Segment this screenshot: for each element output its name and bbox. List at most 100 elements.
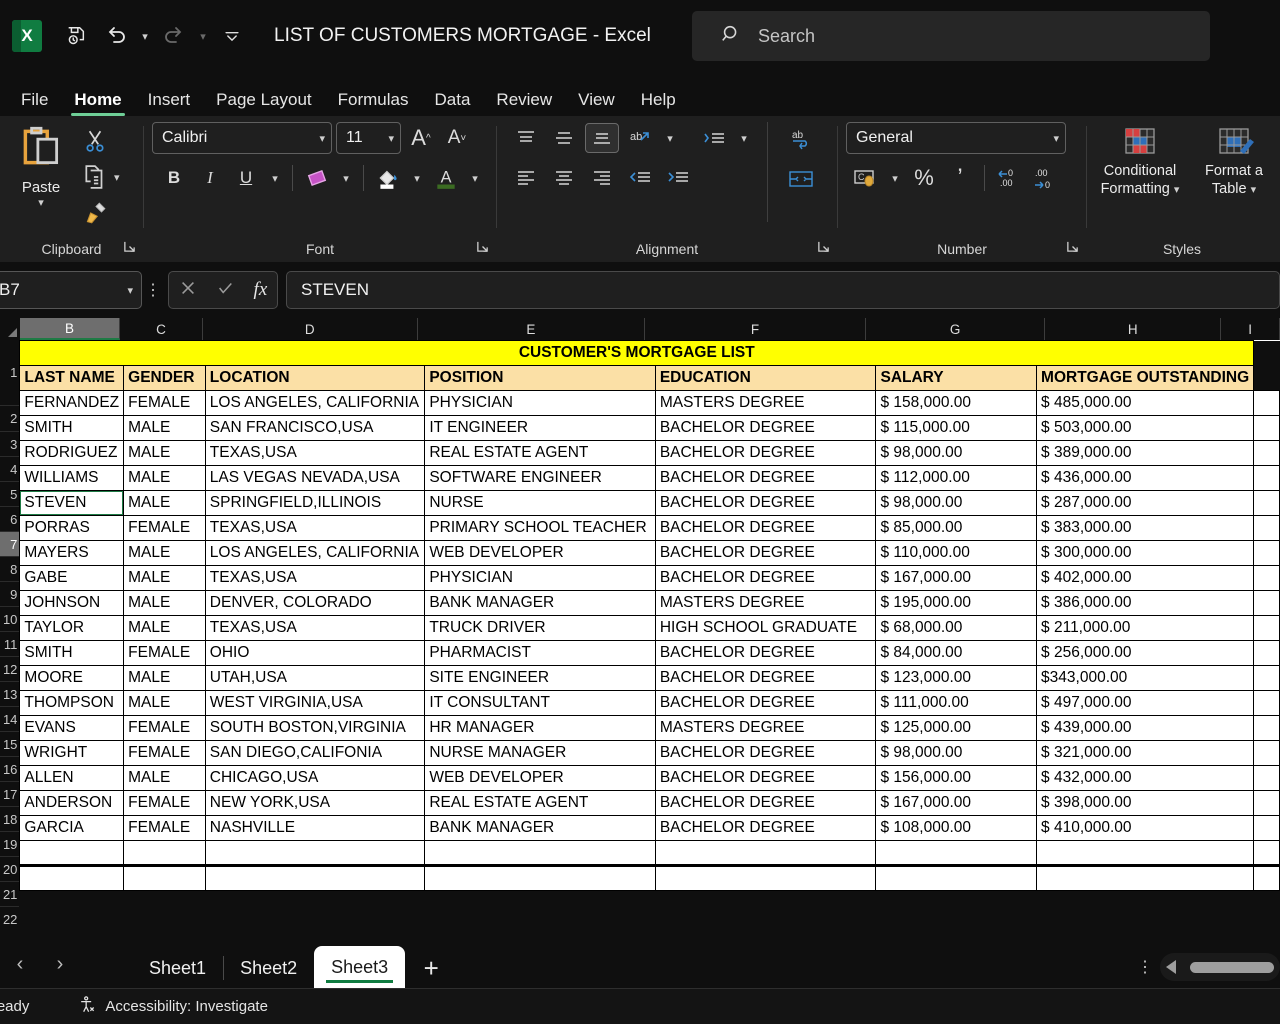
header-last-name[interactable]: LAST NAME <box>20 366 124 391</box>
cell-last-name[interactable]: ANDERSON <box>20 791 124 816</box>
cell-salary[interactable]: $ 98,000.00 <box>876 491 1037 516</box>
cell-empty[interactable] <box>1254 541 1280 566</box>
decrease-font-size-icon[interactable]: A˅ <box>441 122 473 154</box>
cell-position[interactable]: BANK MANAGER <box>425 591 655 616</box>
fill-color-icon[interactable] <box>372 162 404 194</box>
cell-salary[interactable]: $ 98,000.00 <box>876 741 1037 766</box>
font-size-combo[interactable]: 11 ▾ <box>336 122 401 154</box>
cell-position[interactable]: TRUCK DRIVER <box>425 616 655 641</box>
cell-salary[interactable]: $ 108,000.00 <box>876 816 1037 841</box>
cell-education[interactable]: BACHELOR DEGREE <box>655 816 876 841</box>
paste-dropdown-icon[interactable]: ▾ <box>38 196 44 209</box>
cell-last-name[interactable]: MOORE <box>20 666 124 691</box>
number-dialog-launcher[interactable] <box>1066 240 1080 254</box>
row-header-19[interactable]: 19 <box>0 832 19 857</box>
header-gender[interactable]: GENDER <box>124 366 206 391</box>
cell-empty[interactable] <box>124 866 206 891</box>
accessibility-status[interactable]: Accessibility: Investigate <box>77 995 268 1019</box>
paste-button[interactable]: Paste ▾ <box>0 122 82 209</box>
sheet-title[interactable]: CUSTOMER'S MORTGAGE LIST <box>20 341 1254 366</box>
cell-education[interactable]: MASTERS DEGREE <box>655 716 876 741</box>
tab-insert[interactable]: Insert <box>135 91 204 116</box>
cell-position[interactable]: REAL ESTATE AGENT <box>425 441 655 466</box>
format-as-table-button[interactable]: Format a Table ▾ <box>1191 122 1277 198</box>
cut-icon[interactable] <box>82 128 108 154</box>
row-header-12[interactable]: 12 <box>0 657 19 682</box>
scrollbar-thumb[interactable] <box>1190 962 1274 973</box>
cell-mortgage[interactable]: $ 287,000.00 <box>1037 491 1254 516</box>
cell-last-name[interactable]: RODRIGUEZ <box>20 441 124 466</box>
cell-last-name[interactable]: SMITH <box>20 416 124 441</box>
row-header-11[interactable]: 11 <box>0 632 19 657</box>
cell-position[interactable]: SOFTWARE ENGINEER <box>425 466 655 491</box>
cell-empty[interactable] <box>1254 516 1280 541</box>
sheet-tab-sheet2[interactable]: Sheet2 <box>223 948 314 988</box>
search-box[interactable]: Search <box>692 11 1210 61</box>
select-all-corner[interactable] <box>0 318 20 340</box>
cell-last-name[interactable]: JOHNSON <box>20 591 124 616</box>
tab-formulas[interactable]: Formulas <box>325 91 422 116</box>
cell-last-name[interactable]: ALLEN <box>20 766 124 791</box>
cell-location[interactable]: TEXAS,USA <box>205 441 425 466</box>
cell-mortgage[interactable]: $ 386,000.00 <box>1037 591 1254 616</box>
cell-education[interactable]: BACHELOR DEGREE <box>655 666 876 691</box>
cell-mortgage[interactable]: $ 497,000.00 <box>1037 691 1254 716</box>
cell-salary[interactable]: $ 98,000.00 <box>876 441 1037 466</box>
cell-position[interactable]: NURSE MANAGER <box>425 741 655 766</box>
cell-empty[interactable] <box>1254 591 1280 616</box>
cell-empty[interactable] <box>205 866 425 891</box>
cell-location[interactable]: UTAH,USA <box>205 666 425 691</box>
cell-last-name[interactable]: GABE <box>20 566 124 591</box>
cell-mortgage[interactable]: $ 321,000.00 <box>1037 741 1254 766</box>
decrease-decimal-icon[interactable]: .00 0 <box>1029 162 1061 194</box>
cell-location[interactable]: TEXAS,USA <box>205 616 425 641</box>
cancel-icon[interactable] <box>179 279 197 302</box>
cell-empty[interactable] <box>1254 566 1280 591</box>
cell-education[interactable]: BACHELOR DEGREE <box>655 766 876 791</box>
cell-salary[interactable]: $ 85,000.00 <box>876 516 1037 541</box>
font-name-combo[interactable]: Calibri ▾ <box>152 122 332 154</box>
italic-button[interactable]: I <box>194 162 226 194</box>
tab-view[interactable]: View <box>565 91 628 116</box>
cell-empty[interactable] <box>655 866 876 891</box>
cell-gender[interactable]: MALE <box>124 591 206 616</box>
column-header-H[interactable]: H <box>1045 318 1221 340</box>
formula-bar-options-icon[interactable]: ⋮ <box>142 280 164 300</box>
cell-empty[interactable] <box>1254 416 1280 441</box>
cell-empty[interactable] <box>425 866 655 891</box>
cell-mortgage[interactable]: $ 398,000.00 <box>1037 791 1254 816</box>
cell-location[interactable]: NEW YORK,USA <box>205 791 425 816</box>
row-header-22[interactable]: 22 <box>0 907 19 928</box>
column-header-D[interactable]: D <box>203 318 418 340</box>
cell-mortgage[interactable]: $ 383,000.00 <box>1037 516 1254 541</box>
cell-empty[interactable] <box>1254 716 1280 741</box>
cell-position[interactable]: PHYSICIAN <box>425 566 655 591</box>
cell-mortgage[interactable]: $ 389,000.00 <box>1037 441 1254 466</box>
cell-empty[interactable] <box>425 841 655 866</box>
undo-icon[interactable] <box>96 16 136 56</box>
row-header-13[interactable]: 13 <box>0 682 19 707</box>
indent-dropdown-icon[interactable]: ▾ <box>735 122 753 154</box>
header-salary[interactable]: SALARY <box>876 366 1037 391</box>
cell-position[interactable]: NURSE <box>425 491 655 516</box>
underline-dropdown-icon[interactable]: ▾ <box>266 162 284 194</box>
cell-location[interactable]: CHICAGO,USA <box>205 766 425 791</box>
font-color-dropdown-icon[interactable]: ▾ <box>466 162 484 194</box>
cell-salary[interactable]: $ 115,000.00 <box>876 416 1037 441</box>
cell-gender[interactable]: MALE <box>124 491 206 516</box>
cell-education[interactable]: BACHELOR DEGREE <box>655 691 876 716</box>
font-color-icon[interactable]: A <box>430 162 462 194</box>
cell-empty[interactable] <box>876 866 1037 891</box>
save-icon[interactable] <box>56 16 96 56</box>
cell-position[interactable]: PHARMACIST <box>425 641 655 666</box>
scroll-left-icon[interactable] <box>1166 960 1176 974</box>
comma-style-button[interactable]: ’ <box>944 162 976 194</box>
accounting-number-format-icon[interactable]: C <box>850 162 882 194</box>
header-mortgage-outstanding[interactable]: MORTGAGE OUTSTANDING <box>1037 366 1254 391</box>
cell-salary[interactable]: $ 110,000.00 <box>876 541 1037 566</box>
cell-empty[interactable] <box>1254 616 1280 641</box>
conditional-formatting-button[interactable]: Conditional Formatting ▾ <box>1097 122 1183 198</box>
name-box[interactable]: B7 ▾ <box>0 271 142 309</box>
cell-gender[interactable]: FEMALE <box>124 641 206 666</box>
redo-dropdown-icon[interactable]: ▾ <box>194 16 212 56</box>
